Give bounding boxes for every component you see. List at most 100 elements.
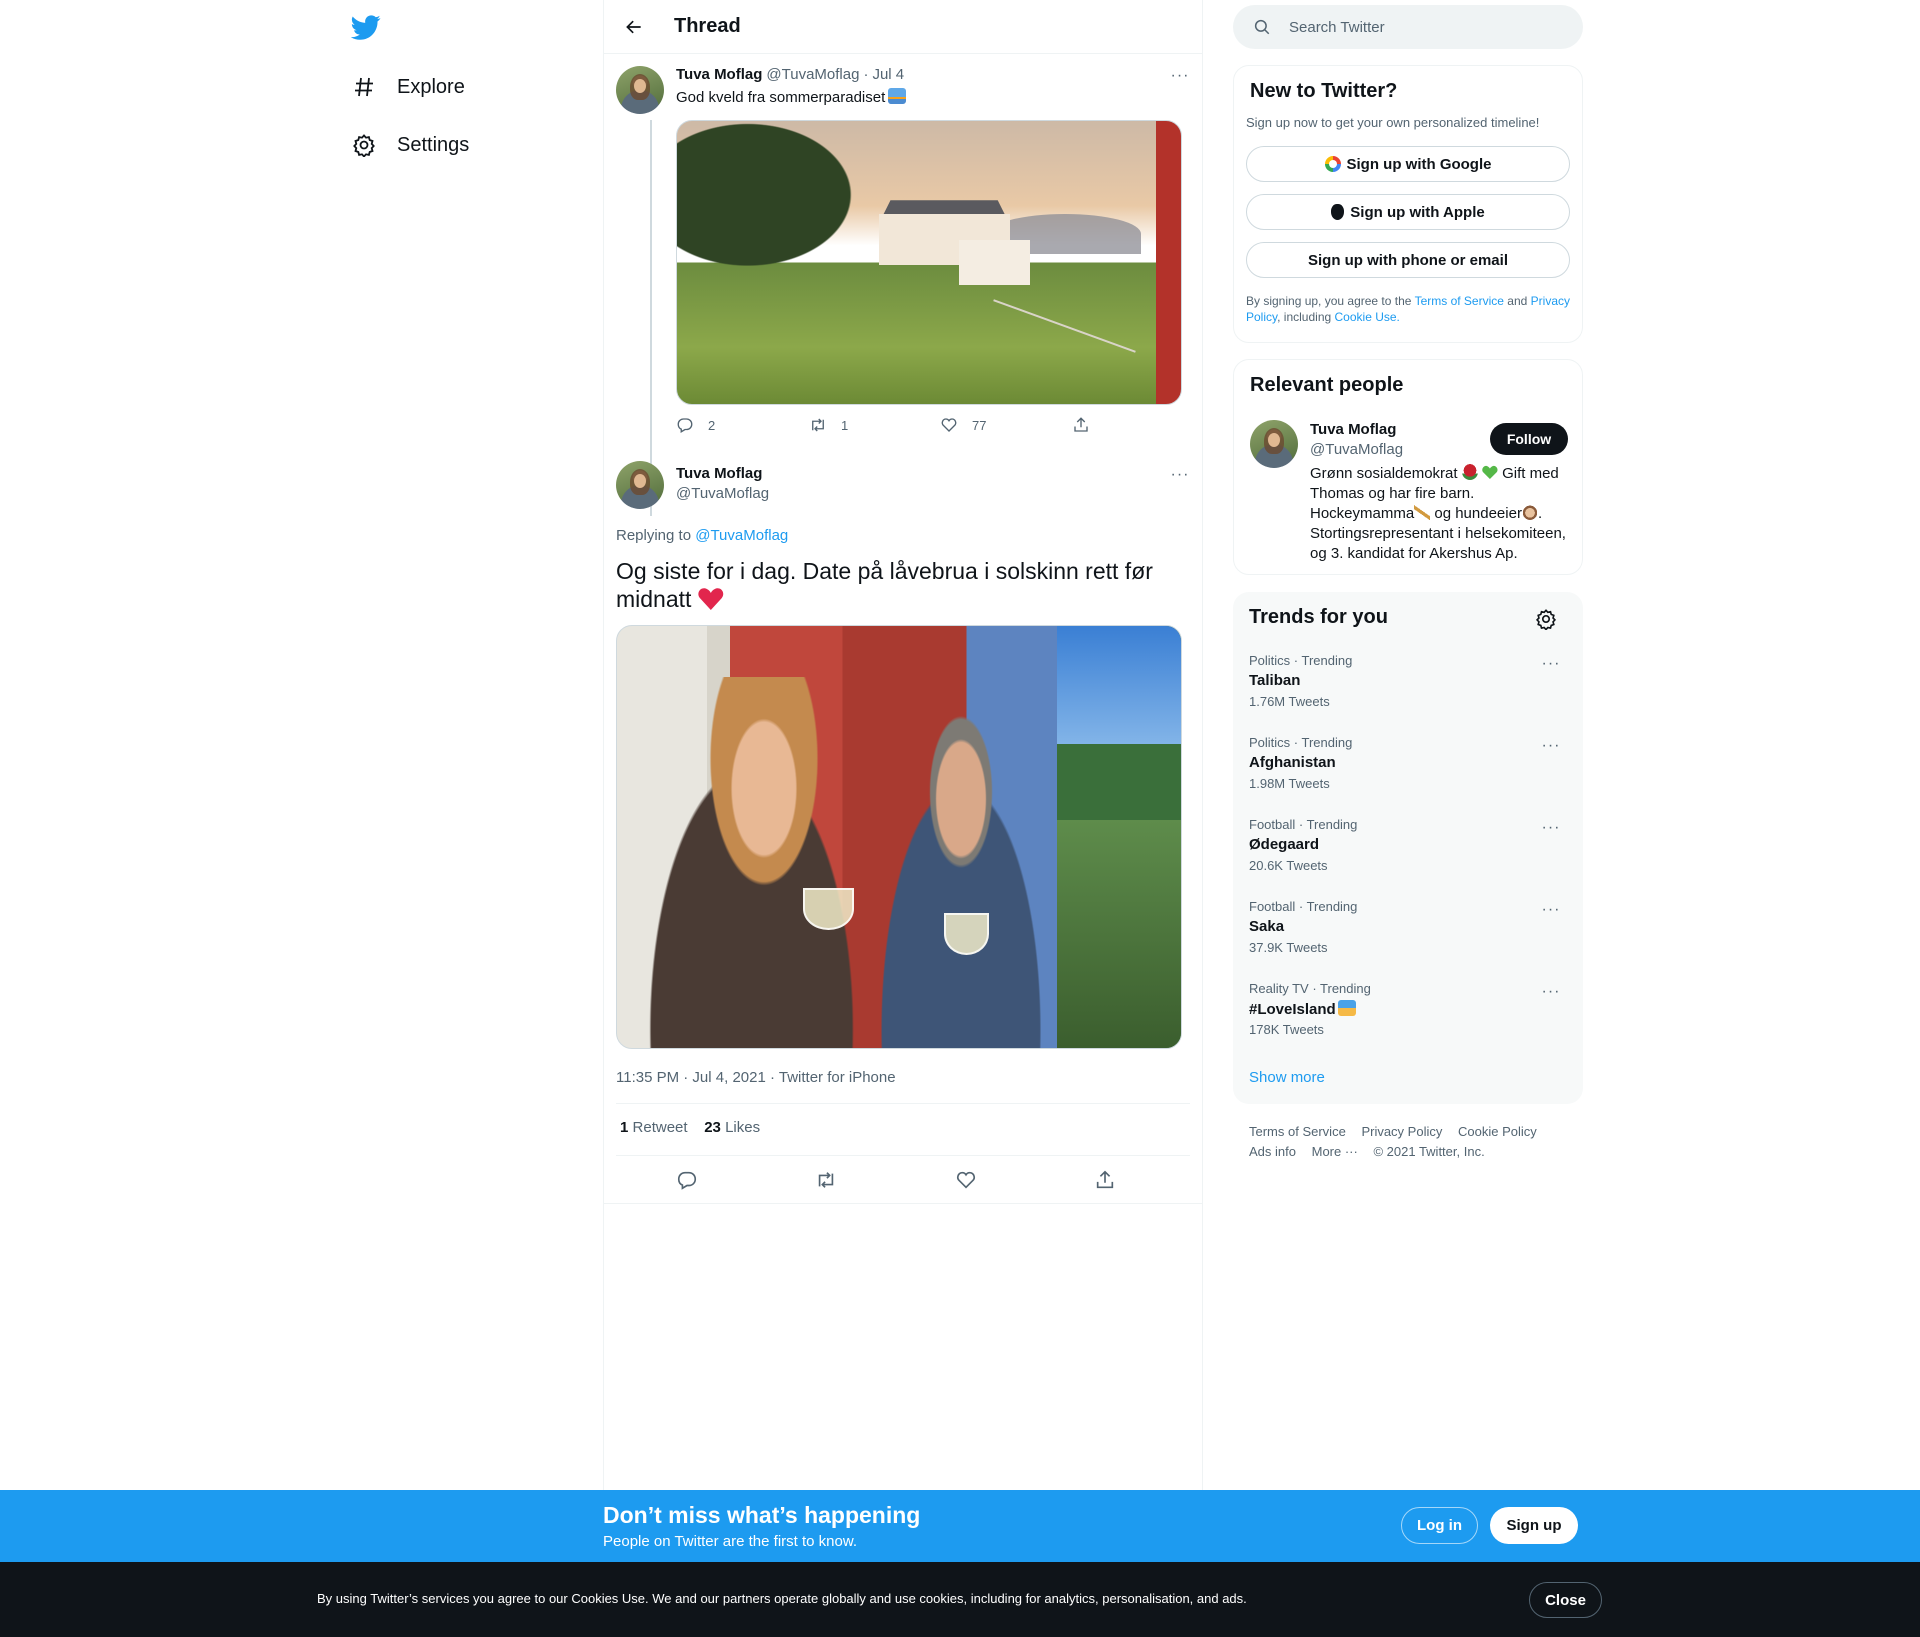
trend-count: 1.98M Tweets [1249,776,1330,791]
cookie-use-link[interactable]: Cookie Use. [1335,310,1400,324]
share-icon [1074,417,1088,432]
apple-logo-icon [1331,204,1345,220]
heart-icon [941,418,957,432]
signup-google-button[interactable]: Sign up with Google [1246,146,1570,182]
thread-connector-line [650,120,652,516]
more-options-icon[interactable]: ··· [1168,66,1192,86]
gear-icon [351,132,377,158]
trend-category: Football · Trending [1249,817,1358,832]
nav-settings[interactable]: Settings [351,129,469,161]
person-name[interactable]: Tuva Moflag [1310,421,1396,438]
author-handle[interactable]: @TuvaMoflag [766,66,859,83]
tweet-text-content: Og siste for i dag. Date på låvebrua i s… [616,558,1153,612]
signup-apple-button[interactable]: Sign up with Apple [1246,194,1570,230]
like-count: 77 [972,417,987,433]
divider [616,1155,1190,1156]
search-input[interactable] [1289,18,1549,36]
footer-privacy-link[interactable]: Privacy Policy [1361,1124,1442,1139]
search-bar[interactable] [1233,5,1583,49]
login-banner: Don’t miss what’s happening People on Tw… [0,1490,1920,1562]
show-more-link[interactable]: Show more [1249,1069,1325,1086]
nav-explore-label: Explore [397,75,465,98]
avatar[interactable] [616,461,664,509]
footer-links: Terms of Service Privacy Policy Cookie P… [1249,1122,1569,1162]
retweet-icon [812,418,824,432]
footer-more-link[interactable]: More ··· [1312,1144,1358,1159]
reply-button[interactable]: 2 [676,416,715,434]
gear-icon[interactable] [1535,608,1557,630]
trends-card: Trends for you Politics · Trending Talib… [1233,592,1583,1104]
tweet-photo-couple[interactable] [616,625,1182,1049]
share-button[interactable] [1094,1169,1116,1191]
close-button[interactable]: Close [1529,1582,1602,1618]
like-button[interactable]: 77 [940,416,986,434]
trend-item[interactable]: Football · Trending Saka 37.9K Tweets ··… [1249,899,1569,961]
person-handle[interactable]: @TuvaMoflag [1310,441,1403,458]
trend-item[interactable]: Reality TV · Trending #LoveIsland 178K T… [1249,981,1569,1043]
tweet-actions: 2 1 77 [676,416,1088,436]
signup-google-label: Sign up with Google [1346,155,1492,173]
tweet-actions [616,1159,1190,1199]
banner-title: Don’t miss what’s happening [603,1502,921,1528]
trend-item[interactable]: Football · Trending Ødegaard 20.6K Tweet… [1249,817,1569,879]
more-options-icon[interactable]: ··· [1539,736,1563,756]
footer-cookie-link[interactable]: Cookie Policy [1458,1124,1537,1139]
twitter-bird-icon[interactable] [350,12,381,42]
trend-name: Saka [1249,918,1285,935]
more-options-icon[interactable]: ··· [1539,818,1563,838]
login-button[interactable]: Log in [1401,1507,1478,1544]
likes-link[interactable]: 23 Likes [704,1119,760,1136]
share-icon [1096,1170,1114,1189]
relevant-people-title: Relevant people [1250,374,1404,396]
divider [604,1203,1202,1204]
engagement-counts: 1 Retweet 23 Likes [620,1119,760,1136]
signup-apple-label: Sign up with Apple [1350,203,1485,221]
trend-category: Politics · Trending [1249,653,1353,668]
like-button[interactable] [955,1169,977,1191]
avatar[interactable] [616,66,664,114]
more-options-icon[interactable]: ··· [1539,982,1563,1002]
author-name[interactable]: Tuva Moflag [676,66,762,83]
signup-legal-text: By signing up, you agree to the Terms of… [1246,294,1570,324]
more-options-icon[interactable]: ··· [1539,654,1563,674]
relevant-people-card: Relevant people Tuva Moflag @TuvaMoflag … [1233,359,1583,575]
reply-button[interactable] [676,1169,698,1191]
tweet-timestamp[interactable]: 11:35 PM · Jul 4, 2021 · Twitter for iPh… [616,1069,896,1086]
page-title: Thread [674,15,741,37]
trend-item[interactable]: Politics · Trending Taliban 1.76M Tweets… [1249,653,1569,715]
footer-ads-link[interactable]: Ads info [1249,1144,1296,1159]
search-icon [1254,19,1270,35]
nav-explore[interactable]: Explore [351,71,465,103]
dot-separator: · [863,66,869,83]
signup-button[interactable]: Sign up [1490,1507,1578,1544]
trends-title: Trends for you [1249,606,1388,628]
tweet-date[interactable]: Jul 4 [872,66,904,83]
retweet-button[interactable] [815,1169,837,1191]
replying-to: Replying to @TuvaMoflag [616,527,788,544]
author-handle[interactable]: @TuvaMoflag [676,485,769,502]
terms-link[interactable]: Terms of Service [1415,294,1504,308]
nav-settings-label: Settings [397,133,470,156]
tweet-text: God kveld fra sommerparadiset [676,88,907,106]
follow-button[interactable]: Follow [1490,423,1568,455]
signup-phone-email-button[interactable]: Sign up with phone or email [1246,242,1570,278]
share-button[interactable] [1072,416,1090,434]
retweet-button[interactable]: 1 [809,416,848,434]
author-name[interactable]: Tuva Moflag [676,465,762,482]
replying-to-link[interactable]: @TuvaMoflag [695,527,788,544]
trend-name: Taliban [1249,672,1301,689]
retweet-count: 1 [841,417,849,433]
avatar[interactable] [1250,420,1298,468]
footer-terms-link[interactable]: Terms of Service [1249,1124,1346,1139]
back-arrow-icon[interactable] [617,10,651,44]
retweets-link[interactable]: 1 Retweet [620,1119,688,1136]
tweet-text: Og siste for i dag. Date på låvebrua i s… [616,557,1182,613]
trend-count: 20.6K Tweets [1249,858,1328,873]
retweet-icon [818,1172,834,1188]
trend-item[interactable]: Politics · Trending Afghanistan 1.98M Tw… [1249,735,1569,797]
trend-count: 1.76M Tweets [1249,694,1330,709]
hockey-emoji-icon [1414,504,1431,520]
more-options-icon[interactable]: ··· [1168,465,1192,485]
more-options-icon[interactable]: ··· [1539,900,1563,920]
tweet-photo-farmhouse[interactable] [676,120,1182,405]
